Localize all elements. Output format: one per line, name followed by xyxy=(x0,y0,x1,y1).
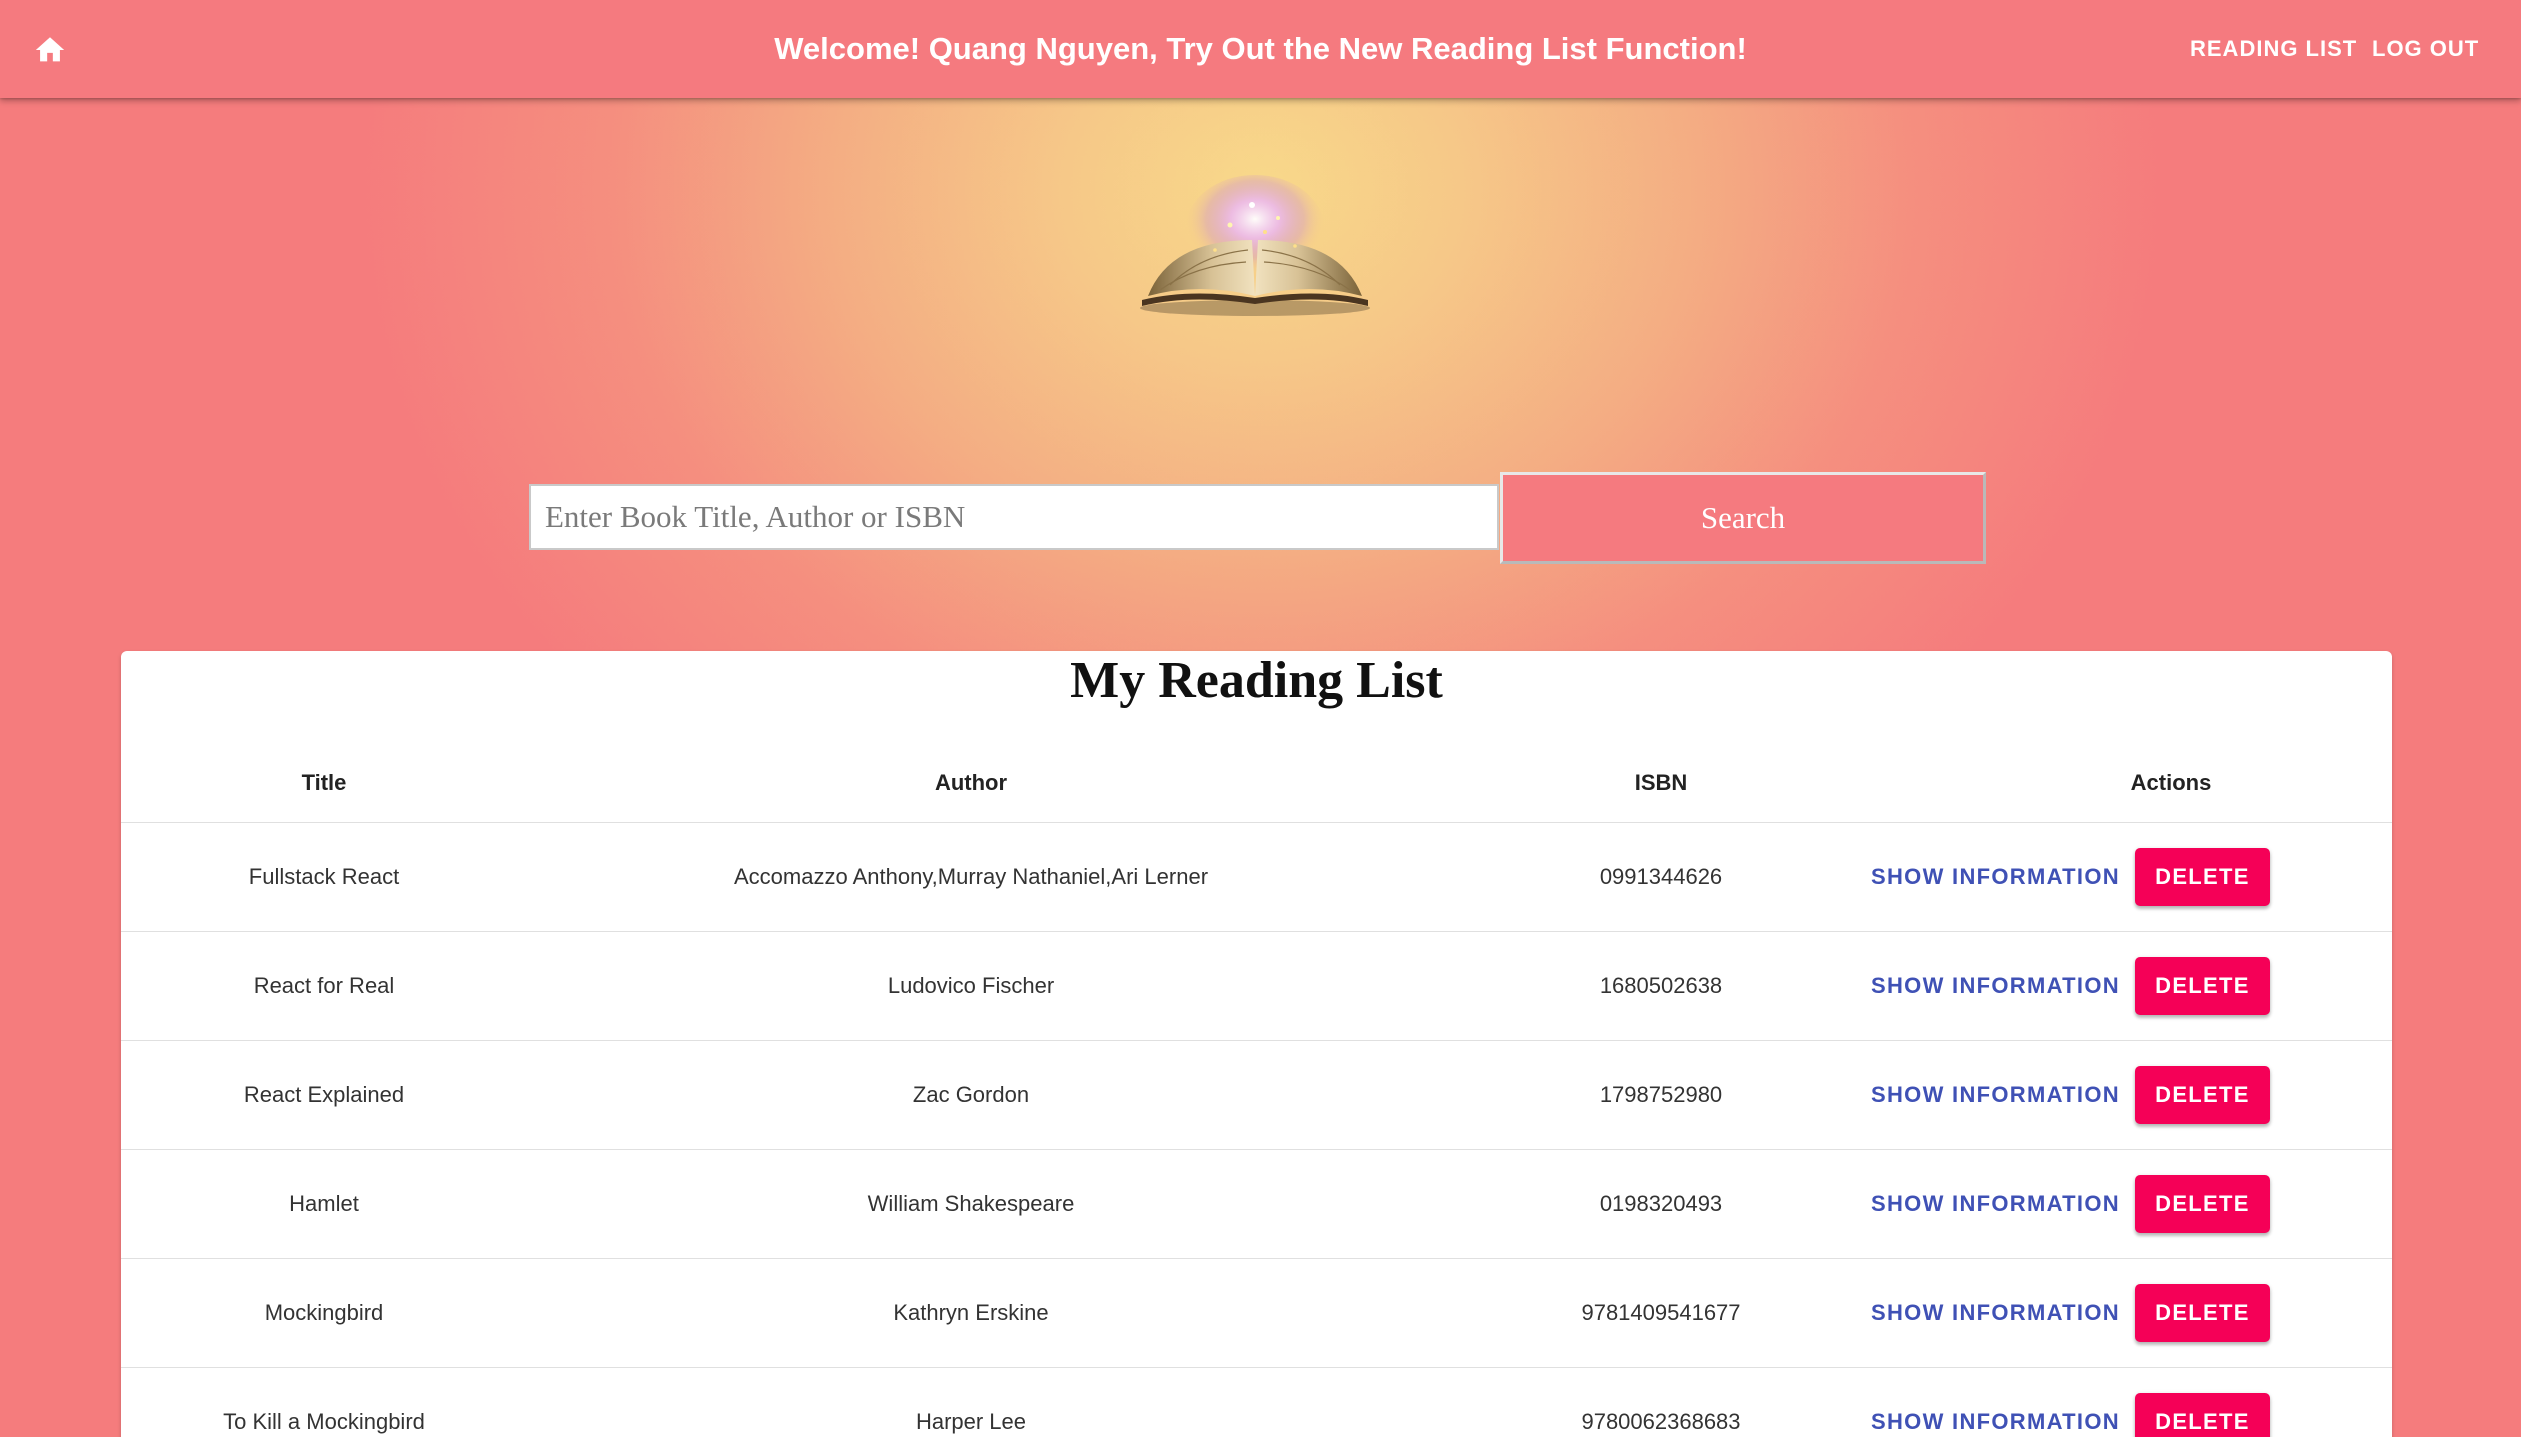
delete-button[interactable]: DELETE xyxy=(2134,1284,2270,1342)
book-author: William Shakespeare xyxy=(867,1191,1075,1216)
show-information-button[interactable]: SHOW INFORMATION xyxy=(1861,958,2130,1014)
reading-list-nav-button[interactable]: READING LIST xyxy=(2190,27,2357,71)
column-header-author: Author xyxy=(934,770,1008,795)
row-actions: SHOW INFORMATION DELETE xyxy=(1861,1150,2270,1258)
book-title: React for Real xyxy=(253,973,395,998)
book-title: Mockingbird xyxy=(264,1300,384,1325)
row-actions: SHOW INFORMATION DELETE xyxy=(1861,932,2270,1040)
table-row: Mockingbird Kathryn Erskine 978140954167… xyxy=(121,1259,2392,1368)
book-author: Kathryn Erskine xyxy=(893,1300,1049,1325)
search-input[interactable] xyxy=(529,484,1499,550)
book-isbn: 9781409541677 xyxy=(1581,1300,1741,1325)
row-actions: SHOW INFORMATION DELETE xyxy=(1861,823,2270,931)
row-actions: SHOW INFORMATION DELETE xyxy=(1861,1368,2270,1437)
table-row: Hamlet William Shakespeare 0198320493 SH… xyxy=(121,1150,2392,1259)
book-author: Ludovico Fischer xyxy=(887,973,1055,998)
row-actions: SHOW INFORMATION DELETE xyxy=(1861,1041,2270,1149)
app-bar-title: Welcome! Quang Nguyen, Try Out the New R… xyxy=(774,31,1747,66)
delete-button[interactable]: DELETE xyxy=(2134,1393,2270,1437)
book-title: Hamlet xyxy=(289,1191,359,1216)
book-isbn: 0198320493 xyxy=(1599,1191,1723,1216)
table-row: React Explained Zac Gordon 1798752980 SH… xyxy=(121,1041,2392,1150)
book-author: Accomazzo Anthony,Murray Nathaniel,Ari L… xyxy=(733,864,1209,889)
delete-button[interactable]: DELETE xyxy=(2134,1175,2270,1233)
search-button[interactable]: Search xyxy=(1500,472,1986,564)
home-icon xyxy=(35,37,65,62)
book-title: To Kill a Mockingbird xyxy=(223,1409,425,1434)
table-row: To Kill a Mockingbird Harper Lee 9780062… xyxy=(121,1368,2392,1437)
app-bar: Welcome! Quang Nguyen, Try Out the New R… xyxy=(0,0,2521,98)
table-row: Fullstack React Accomazzo Anthony,Murray… xyxy=(121,823,2392,932)
show-information-button[interactable]: SHOW INFORMATION xyxy=(1861,1285,2130,1341)
reading-list-title: My Reading List xyxy=(1070,652,1443,709)
book-author: Zac Gordon xyxy=(912,1082,1030,1107)
column-header-actions: Actions xyxy=(2130,770,2212,795)
column-header-title: Title xyxy=(301,770,347,795)
delete-button[interactable]: DELETE xyxy=(2134,957,2270,1015)
book-isbn: 1798752980 xyxy=(1599,1082,1723,1107)
book-title: React Explained xyxy=(243,1082,405,1107)
home-button[interactable] xyxy=(22,22,78,78)
book-title: Fullstack React xyxy=(248,864,400,889)
show-information-button[interactable]: SHOW INFORMATION xyxy=(1861,1394,2130,1437)
show-information-button[interactable]: SHOW INFORMATION xyxy=(1861,849,2130,905)
delete-button[interactable]: DELETE xyxy=(2134,1066,2270,1124)
table-header: Title Author ISBN Actions xyxy=(121,744,2392,823)
book-isbn: 0991344626 xyxy=(1599,864,1723,889)
table-row: React for Real Ludovico Fischer 16805026… xyxy=(121,932,2392,1041)
open-book-icon xyxy=(1140,175,1370,316)
log-out-button[interactable]: LOG OUT xyxy=(2372,27,2479,71)
book-isbn: 9780062368683 xyxy=(1581,1409,1741,1434)
book-isbn: 1680502638 xyxy=(1599,973,1723,998)
delete-button[interactable]: DELETE xyxy=(2134,848,2270,906)
reading-list-card: My Reading List Title Author ISBN Action… xyxy=(121,651,2392,1437)
row-actions: SHOW INFORMATION DELETE xyxy=(1861,1259,2270,1367)
show-information-button[interactable]: SHOW INFORMATION xyxy=(1861,1067,2130,1123)
show-information-button[interactable]: SHOW INFORMATION xyxy=(1861,1176,2130,1232)
book-author: Harper Lee xyxy=(915,1409,1027,1434)
